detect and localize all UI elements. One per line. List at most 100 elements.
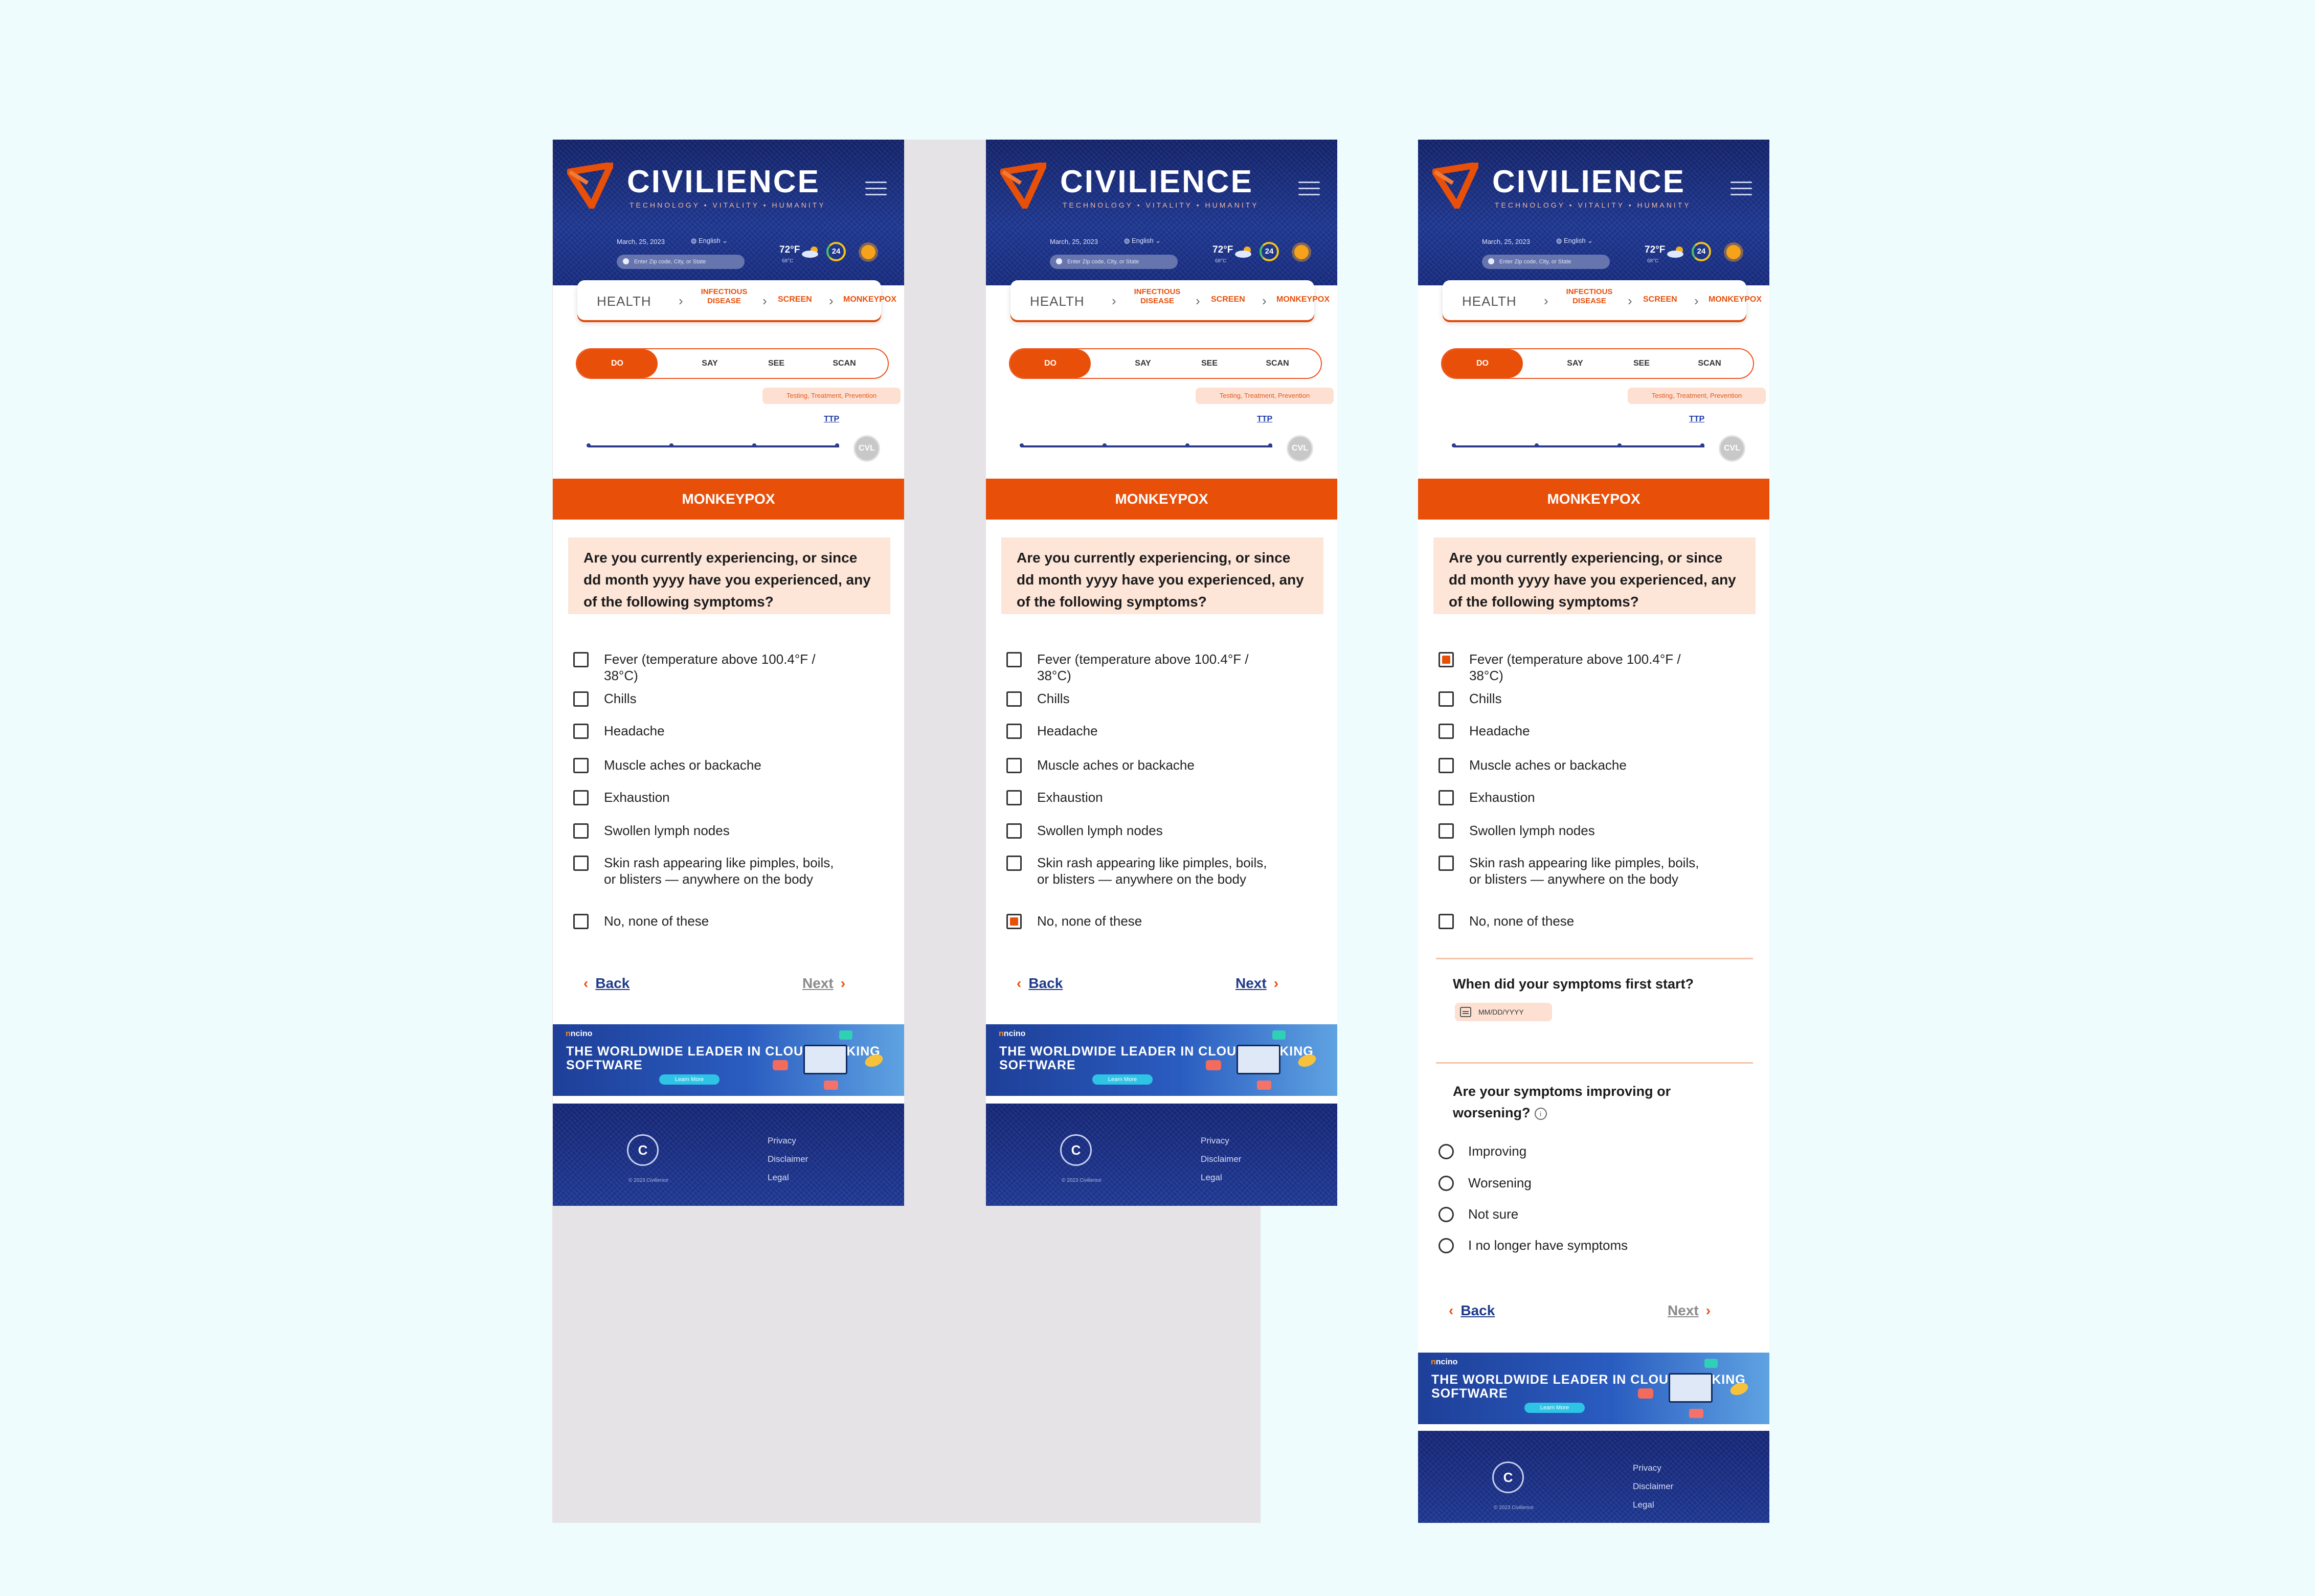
footer-logo-icon[interactable]: C	[1060, 1134, 1092, 1166]
tab-see[interactable]: SEE	[1619, 349, 1665, 378]
checkbox[interactable]	[1006, 790, 1022, 805]
tab-say[interactable]: SAY	[1120, 349, 1166, 378]
zip-search-input[interactable]: Enter Zip code, City, or State	[1050, 255, 1178, 269]
hamburger-menu-icon[interactable]	[1298, 182, 1320, 197]
symptom-option[interactable]: Exhaustion	[1006, 789, 1262, 805]
disclaimer-link[interactable]: Disclaimer	[1201, 1150, 1241, 1168]
checkbox[interactable]	[1439, 823, 1454, 839]
trend-option[interactable]: Not sure	[1439, 1206, 1518, 1222]
radio-button[interactable]	[1439, 1238, 1454, 1253]
checkbox[interactable]	[1006, 652, 1022, 667]
checkbox[interactable]	[1006, 856, 1022, 871]
radio-button[interactable]	[1439, 1176, 1454, 1191]
tab-do[interactable]: DO	[1010, 349, 1091, 378]
checkbox[interactable]	[573, 823, 589, 839]
breadcrumb-screen[interactable]: SCREEN	[1643, 295, 1677, 304]
next-button[interactable]: Next ›	[1668, 1302, 1711, 1319]
symptom-option[interactable]: Exhaustion	[1439, 789, 1694, 805]
trend-option[interactable]: I no longer have symptoms	[1439, 1237, 1628, 1253]
checkbox[interactable]	[573, 691, 589, 707]
tab-see[interactable]: SEE	[753, 349, 799, 378]
checkbox[interactable]	[573, 758, 589, 773]
checkbox[interactable]	[1439, 856, 1454, 871]
footer-logo-icon[interactable]: C	[1492, 1462, 1524, 1493]
checkbox[interactable]	[573, 914, 589, 929]
language-selector[interactable]: ◍ English ⌄	[691, 237, 728, 245]
symptom-option[interactable]: Headache	[573, 723, 829, 739]
checkbox[interactable]	[573, 652, 589, 667]
checkbox[interactable]	[1006, 724, 1022, 739]
breadcrumb-infectious-disease[interactable]: INFECTIOUS DISEASE	[696, 287, 752, 306]
symptom-option[interactable]: Swollen lymph nodes	[573, 822, 829, 839]
disclaimer-link[interactable]: Disclaimer	[768, 1150, 808, 1168]
symptom-option[interactable]: Fever (temperature above 100.4°F / 38°C)	[1439, 651, 1694, 684]
hamburger-menu-icon[interactable]	[865, 182, 887, 197]
hamburger-menu-icon[interactable]	[1730, 182, 1752, 197]
checkbox[interactable]	[1006, 691, 1022, 707]
tab-see[interactable]: SEE	[1186, 349, 1232, 378]
back-button[interactable]: ‹ Back	[1449, 1302, 1495, 1319]
symptom-option[interactable]: Swollen lymph nodes	[1439, 822, 1694, 839]
checkbox[interactable]	[1439, 914, 1454, 929]
privacy-link[interactable]: Privacy	[1633, 1459, 1673, 1477]
zip-search-input[interactable]: Enter Zip code, City, or State	[1482, 255, 1610, 269]
checkbox[interactable]	[1006, 758, 1022, 773]
checkbox[interactable]	[1006, 914, 1022, 929]
breadcrumb-health[interactable]: HEALTH	[597, 294, 651, 309]
symptom-option[interactable]: Skin rash appearing like pimples, boils,…	[1439, 855, 1704, 887]
checkbox[interactable]	[573, 790, 589, 805]
checkbox[interactable]	[1439, 691, 1454, 707]
language-selector[interactable]: ◍ English ⌄	[1556, 237, 1593, 245]
symptom-option[interactable]: No, none of these	[573, 913, 829, 929]
ad-cta-button[interactable]: Learn More	[1092, 1074, 1153, 1085]
tab-scan[interactable]: SCAN	[821, 349, 867, 378]
symptom-option[interactable]: Fever (temperature above 100.4°F / 38°C)	[573, 651, 829, 684]
tab-do[interactable]: DO	[577, 349, 658, 378]
tab-do[interactable]: DO	[1442, 349, 1523, 378]
next-button[interactable]: Next ›	[802, 975, 845, 992]
symptom-option[interactable]: Chills	[1439, 690, 1694, 707]
ttp-link[interactable]: TTP	[1689, 415, 1704, 424]
privacy-link[interactable]: Privacy	[1201, 1132, 1241, 1150]
breadcrumb-health[interactable]: HEALTH	[1462, 294, 1517, 309]
legal-link[interactable]: Legal	[768, 1168, 808, 1187]
next-button[interactable]: Next ›	[1235, 975, 1278, 992]
symptom-option[interactable]: Muscle aches or backache	[573, 757, 829, 773]
symptom-option[interactable]: Skin rash appearing like pimples, boils,…	[1006, 855, 1272, 887]
info-icon[interactable]: i	[1534, 1107, 1547, 1120]
privacy-link[interactable]: Privacy	[768, 1132, 808, 1150]
checkbox[interactable]	[1439, 758, 1454, 773]
language-selector[interactable]: ◍ English ⌄	[1124, 237, 1161, 245]
breadcrumb-health[interactable]: HEALTH	[1030, 294, 1085, 309]
radio-button[interactable]	[1439, 1144, 1454, 1159]
symptom-start-date-input[interactable]: MM/DD/YYYY	[1455, 1003, 1552, 1021]
symptom-option[interactable]: Skin rash appearing like pimples, boils,…	[573, 855, 839, 887]
disclaimer-link[interactable]: Disclaimer	[1633, 1477, 1673, 1496]
symptom-option[interactable]: Exhaustion	[573, 789, 829, 805]
breadcrumb-infectious-disease[interactable]: INFECTIOUS DISEASE	[1129, 287, 1185, 306]
trend-option[interactable]: Worsening	[1439, 1175, 1532, 1191]
symptom-option[interactable]: Headache	[1439, 723, 1694, 739]
symptom-option[interactable]: Swollen lymph nodes	[1006, 822, 1262, 839]
ad-banner[interactable]: nncino THE WORLDWIDE LEADER IN CLOUD BAN…	[1418, 1353, 1769, 1424]
checkbox[interactable]	[1439, 652, 1454, 667]
tab-scan[interactable]: SCAN	[1254, 349, 1300, 378]
ad-cta-button[interactable]: Learn More	[1524, 1403, 1585, 1413]
footer-logo-icon[interactable]: C	[627, 1134, 659, 1166]
ttp-link[interactable]: TTP	[1257, 415, 1272, 424]
checkbox[interactable]	[1006, 823, 1022, 839]
breadcrumb-infectious-disease[interactable]: INFECTIOUS DISEASE	[1561, 287, 1617, 306]
ad-cta-button[interactable]: Learn More	[659, 1074, 720, 1085]
back-button[interactable]: ‹ Back	[1017, 975, 1063, 992]
trend-option[interactable]: Improving	[1439, 1143, 1526, 1159]
ad-banner[interactable]: nncino THE WORLDWIDE LEADER IN CLOUD BAN…	[553, 1024, 904, 1096]
zip-search-input[interactable]: Enter Zip code, City, or State	[617, 255, 745, 269]
breadcrumb-screen[interactable]: SCREEN	[778, 295, 812, 304]
radio-button[interactable]	[1439, 1207, 1454, 1222]
ad-banner[interactable]: nncino THE WORLDWIDE LEADER IN CLOUD BAN…	[986, 1024, 1337, 1096]
tab-scan[interactable]: SCAN	[1687, 349, 1733, 378]
legal-link[interactable]: Legal	[1633, 1496, 1673, 1514]
tab-say[interactable]: SAY	[1552, 349, 1598, 378]
symptom-option[interactable]: Muscle aches or backache	[1439, 757, 1694, 773]
checkbox[interactable]	[573, 724, 589, 739]
